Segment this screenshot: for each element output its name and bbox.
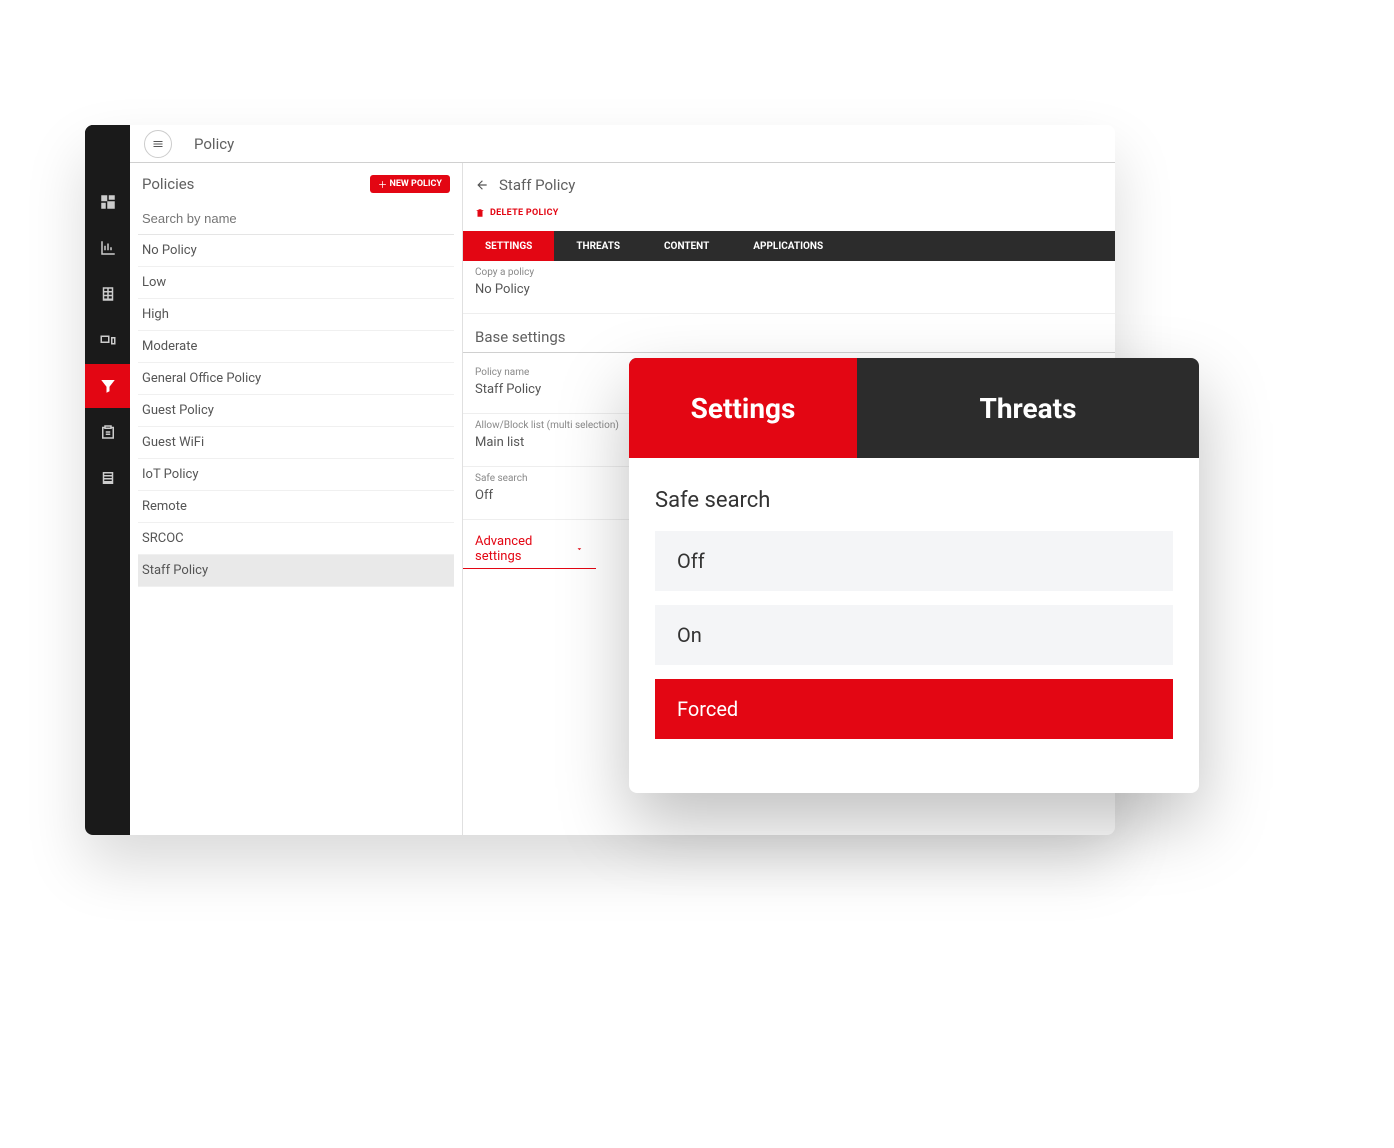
copy-policy-field[interactable]: Copy a policy No Policy bbox=[463, 261, 1115, 314]
policies-title: Policies bbox=[142, 175, 194, 193]
tab-content[interactable]: CONTENT bbox=[642, 231, 731, 261]
policy-item[interactable]: Remote bbox=[138, 491, 454, 523]
tab-settings[interactable]: SETTINGS bbox=[463, 231, 554, 261]
back-button[interactable] bbox=[475, 175, 495, 195]
policy-item[interactable]: Staff Policy bbox=[138, 555, 454, 587]
advanced-settings-toggle[interactable]: Advanced settings bbox=[463, 520, 596, 569]
base-settings-title: Base settings bbox=[463, 314, 1115, 353]
new-policy-button[interactable]: NEW POLICY bbox=[370, 175, 451, 193]
policy-item[interactable]: Guest Policy bbox=[138, 395, 454, 427]
policy-item[interactable]: SRCOC bbox=[138, 523, 454, 555]
copy-policy-value: No Policy bbox=[475, 282, 1103, 303]
book-icon[interactable] bbox=[85, 456, 130, 500]
safe-search-option-off[interactable]: Off bbox=[655, 531, 1173, 591]
popup-tabs: Settings Threats bbox=[629, 358, 1199, 458]
sidebar-nav bbox=[85, 125, 130, 835]
policy-item[interactable]: Moderate bbox=[138, 331, 454, 363]
safe-search-option-forced[interactable]: Forced bbox=[655, 679, 1173, 739]
page-title: Policy bbox=[194, 135, 234, 153]
new-policy-label: NEW POLICY bbox=[390, 179, 443, 189]
tab-applications[interactable]: APPLICATIONS bbox=[731, 231, 845, 261]
policies-header: Policies NEW POLICY bbox=[138, 175, 454, 203]
devices-icon[interactable] bbox=[85, 318, 130, 362]
detail-header: Staff Policy bbox=[463, 175, 1115, 203]
policy-item[interactable]: General Office Policy bbox=[138, 363, 454, 395]
dashboard-icon[interactable] bbox=[85, 180, 130, 224]
safe-search-option-on[interactable]: On bbox=[655, 605, 1173, 665]
tab-threats[interactable]: THREATS bbox=[554, 231, 642, 261]
analytics-icon[interactable] bbox=[85, 226, 130, 270]
policy-item[interactable]: Low bbox=[138, 267, 454, 299]
popup-safe-search-label: Safe search bbox=[655, 488, 1173, 513]
policies-panel: Policies NEW POLICY No Policy Low High M… bbox=[130, 163, 463, 835]
copy-policy-label: Copy a policy bbox=[475, 267, 1103, 278]
popup-body: Safe search Off On Forced bbox=[629, 458, 1199, 793]
tab-bar: SETTINGS THREATS CONTENT APPLICATIONS bbox=[463, 231, 1115, 261]
popup-tab-settings[interactable]: Settings bbox=[629, 358, 857, 458]
delete-policy-button[interactable]: DELETE POLICY bbox=[463, 203, 1115, 231]
policy-item[interactable]: High bbox=[138, 299, 454, 331]
policy-item[interactable]: No Policy bbox=[138, 235, 454, 267]
header-bar: Policy bbox=[130, 125, 1115, 163]
policy-item[interactable]: IoT Policy bbox=[138, 459, 454, 491]
search-input[interactable] bbox=[138, 203, 454, 235]
clipboard-icon[interactable] bbox=[85, 410, 130, 454]
detail-title: Staff Policy bbox=[499, 176, 575, 194]
chevron-down-icon bbox=[575, 544, 584, 554]
filter-icon[interactable] bbox=[85, 364, 130, 408]
policy-item[interactable]: Guest WiFi bbox=[138, 427, 454, 459]
delete-label: DELETE POLICY bbox=[490, 208, 559, 218]
menu-toggle-button[interactable] bbox=[144, 130, 172, 158]
building-icon[interactable] bbox=[85, 272, 130, 316]
advanced-label: Advanced settings bbox=[475, 534, 569, 564]
safe-search-popup: Settings Threats Safe search Off On Forc… bbox=[629, 358, 1199, 793]
popup-tab-threats[interactable]: Threats bbox=[857, 358, 1199, 458]
